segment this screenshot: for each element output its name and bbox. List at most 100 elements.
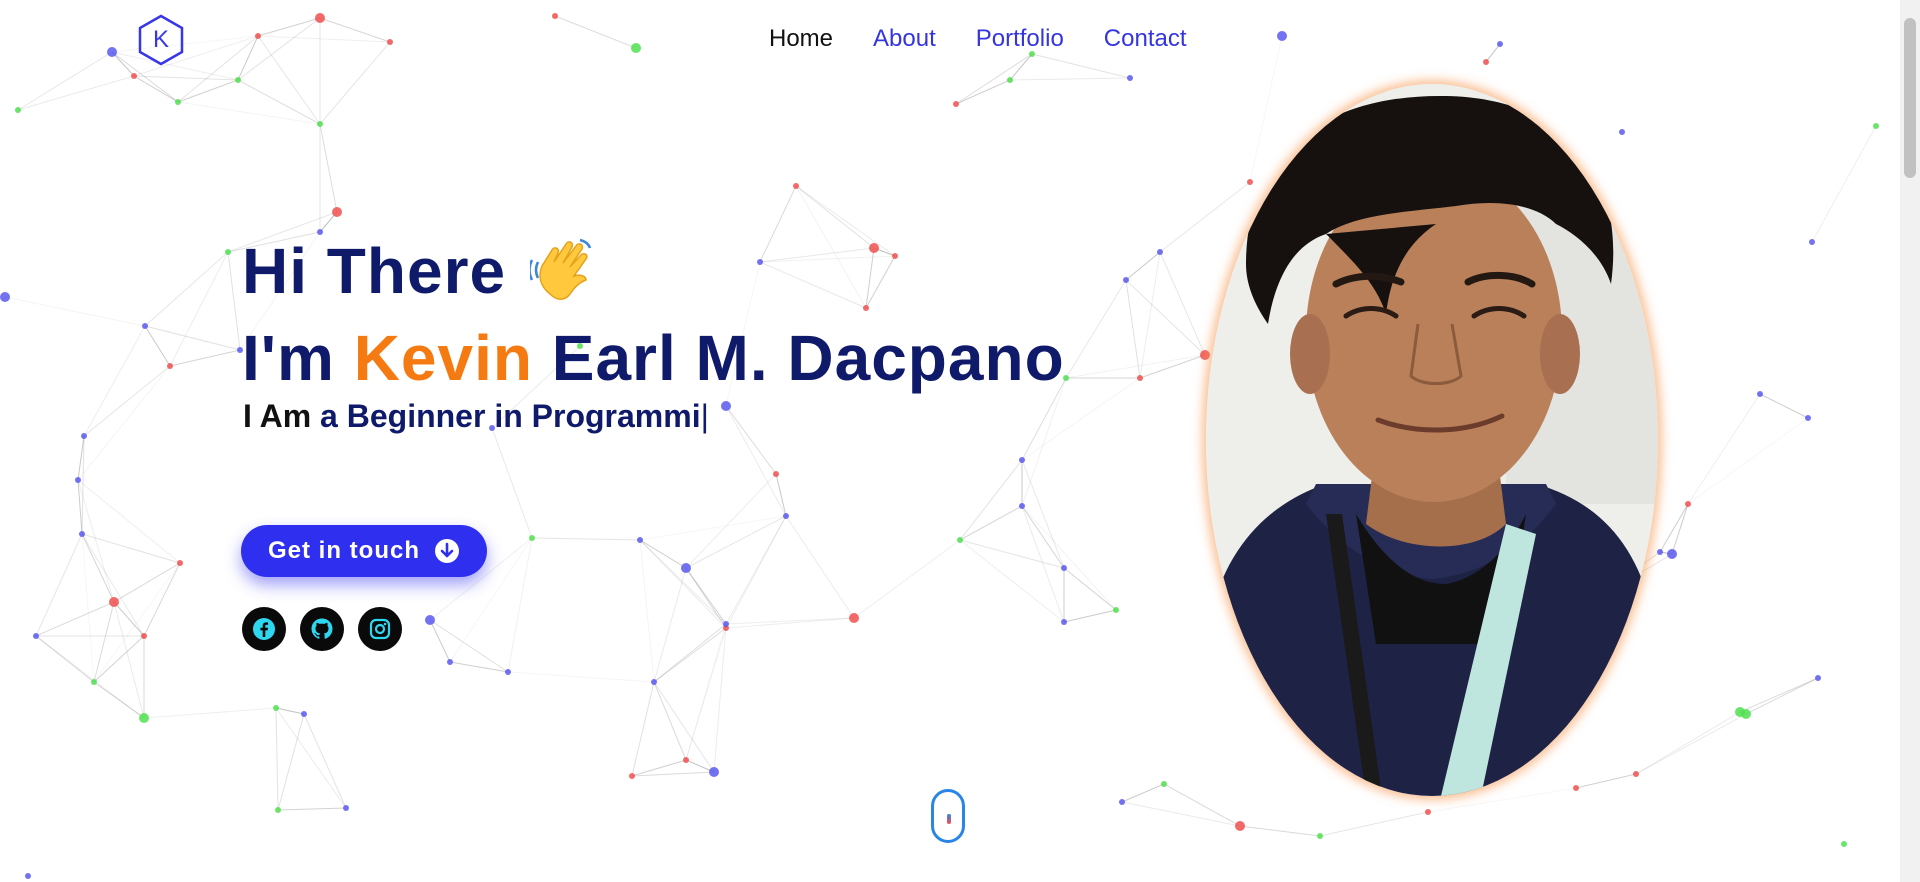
github-icon <box>311 618 333 639</box>
subtitle-lead: I Am <box>243 398 312 434</box>
network-node <box>1841 841 1847 847</box>
nav-contact-link[interactable]: Contact <box>1104 24 1187 54</box>
network-link <box>639 539 655 683</box>
network-link <box>1485 43 1501 63</box>
network-link <box>277 713 305 811</box>
nav-portfolio-link[interactable]: Portfolio <box>976 24 1064 54</box>
network-node <box>953 101 959 107</box>
network-node <box>79 531 85 537</box>
network-link <box>631 681 655 777</box>
network-node <box>793 183 799 189</box>
network-node <box>783 513 789 519</box>
scrollbar-thumb[interactable] <box>1904 18 1916 178</box>
network-link <box>93 562 181 683</box>
logo[interactable]: K <box>136 14 186 66</box>
network-link <box>725 405 777 475</box>
network-link <box>1687 417 1809 505</box>
network-link <box>319 41 391 125</box>
network-node <box>167 363 173 369</box>
profile-photo-illustration <box>1206 84 1658 796</box>
network-link <box>1125 251 1161 281</box>
network-link <box>1009 77 1131 81</box>
scroll-down-indicator[interactable] <box>931 789 965 843</box>
network-link <box>725 405 787 517</box>
network-node <box>1061 565 1067 571</box>
network-link <box>77 479 181 564</box>
network-node <box>1809 239 1815 245</box>
network-node <box>15 107 21 113</box>
network-link <box>257 17 321 37</box>
network-node <box>142 323 148 329</box>
network-link <box>1021 505 1117 611</box>
network-link <box>177 79 239 103</box>
network-node <box>33 633 39 639</box>
network-node <box>1200 350 1210 360</box>
network-node <box>651 679 657 685</box>
network-link <box>1739 677 1819 713</box>
network-link <box>1021 377 1067 507</box>
network-link <box>77 479 115 603</box>
network-link <box>1159 251 1206 356</box>
hero-heading: Hi There I'm Kevin Earl M. Dacpano <box>242 232 1065 397</box>
rest-name: Earl M. Dacpano <box>551 322 1065 394</box>
network-node <box>317 121 323 127</box>
network-link <box>1659 503 1689 553</box>
network-link <box>83 325 146 437</box>
network-link <box>1319 811 1429 837</box>
network-link <box>959 459 1023 541</box>
network-link <box>1811 125 1877 243</box>
network-node <box>1483 59 1489 65</box>
network-node <box>1247 179 1253 185</box>
network-link <box>685 567 727 625</box>
network-node <box>1019 457 1025 463</box>
network-link <box>639 515 787 541</box>
github-link[interactable] <box>300 607 344 651</box>
network-node <box>139 713 149 723</box>
instagram-link[interactable] <box>358 607 402 651</box>
network-link <box>319 123 338 213</box>
network-node <box>529 535 535 541</box>
nav-about-link[interactable]: About <box>873 24 936 54</box>
network-link <box>653 567 687 683</box>
network-link <box>169 349 241 367</box>
network-node <box>1007 77 1013 83</box>
get-in-touch-button[interactable]: Get in touch <box>241 525 487 577</box>
network-link <box>17 51 113 111</box>
network-node <box>1633 771 1639 777</box>
network-node <box>109 597 119 607</box>
network-node <box>723 621 729 627</box>
network-node <box>1735 707 1745 717</box>
arrow-down-circle-icon <box>434 538 460 564</box>
network-link <box>35 635 145 719</box>
network-link <box>275 707 279 811</box>
network-node <box>1425 809 1431 815</box>
network-link <box>227 251 241 351</box>
page-scrollbar[interactable] <box>1900 0 1920 882</box>
network-link <box>1635 713 1747 775</box>
network-node <box>141 633 147 639</box>
network-link <box>93 601 115 683</box>
greeting-text: Hi There <box>242 235 507 307</box>
network-link <box>143 707 277 719</box>
network-node <box>629 773 635 779</box>
facebook-link[interactable] <box>242 607 286 651</box>
network-link <box>1575 773 1637 789</box>
nav-home-link[interactable]: Home <box>769 24 833 54</box>
network-link <box>959 539 1065 623</box>
network-link <box>1009 53 1033 81</box>
network-node <box>301 711 307 717</box>
network-link <box>507 671 655 683</box>
network-link <box>955 79 1011 105</box>
network-link <box>429 619 509 673</box>
social-links <box>242 607 402 651</box>
network-node <box>255 33 261 39</box>
network-node <box>1137 375 1143 381</box>
network-link <box>1759 393 1809 419</box>
network-link <box>93 635 145 683</box>
instagram-icon <box>369 618 391 640</box>
network-link <box>507 537 533 673</box>
network-link <box>4 296 146 327</box>
network-link <box>1745 677 1819 715</box>
network-link <box>775 473 787 517</box>
network-node <box>1019 503 1025 509</box>
